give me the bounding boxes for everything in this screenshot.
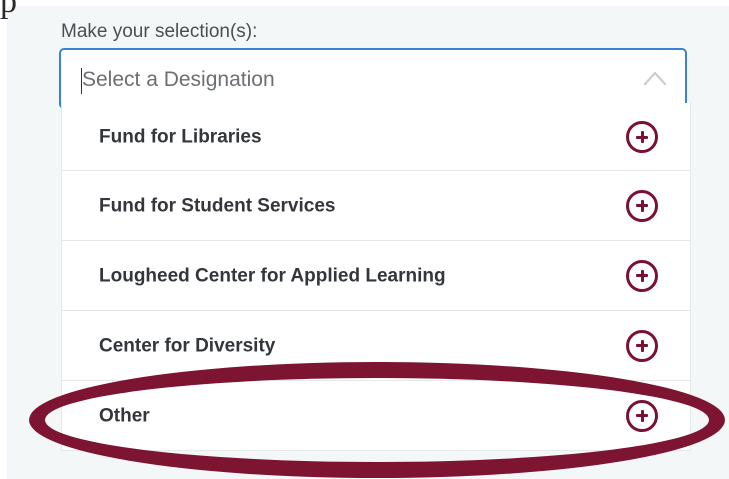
plus-circle-icon[interactable] [626,399,658,432]
designation-select-placeholder: Select a Designation [82,68,275,91]
option-label: Fund for Student Services [99,195,336,216]
plus-circle-icon[interactable] [626,259,658,292]
plus-circle-icon[interactable] [626,189,658,222]
option-label: Fund for Libraries [99,126,262,148]
option-lougheed-center[interactable]: Lougheed Center for Applied Learning [62,241,690,311]
option-other[interactable]: Other [62,381,690,451]
designation-select[interactable]: Select a Designation [59,48,687,109]
selection-prompt: Make your selection(s): [61,21,258,42]
option-center-for-diversity[interactable]: Center for Diversity [62,311,690,381]
option-label: Center for Diversity [99,335,276,356]
option-fund-for-libraries[interactable]: Fund for Libraries [62,103,690,171]
chevron-up-icon[interactable] [643,70,667,86]
page: p Make your selection(s): Select a Desig… [0,0,729,479]
option-label: Lougheed Center for Applied Learning [99,265,446,286]
option-label: Other [99,405,150,426]
option-fund-for-student-services[interactable]: Fund for Student Services [62,171,690,241]
cropped-heading-text: p [0,0,17,20]
designation-options-list: Fund for Libraries Fund for Student Serv… [61,103,691,451]
plus-circle-icon[interactable] [626,121,658,153]
plus-circle-icon[interactable] [626,329,658,362]
